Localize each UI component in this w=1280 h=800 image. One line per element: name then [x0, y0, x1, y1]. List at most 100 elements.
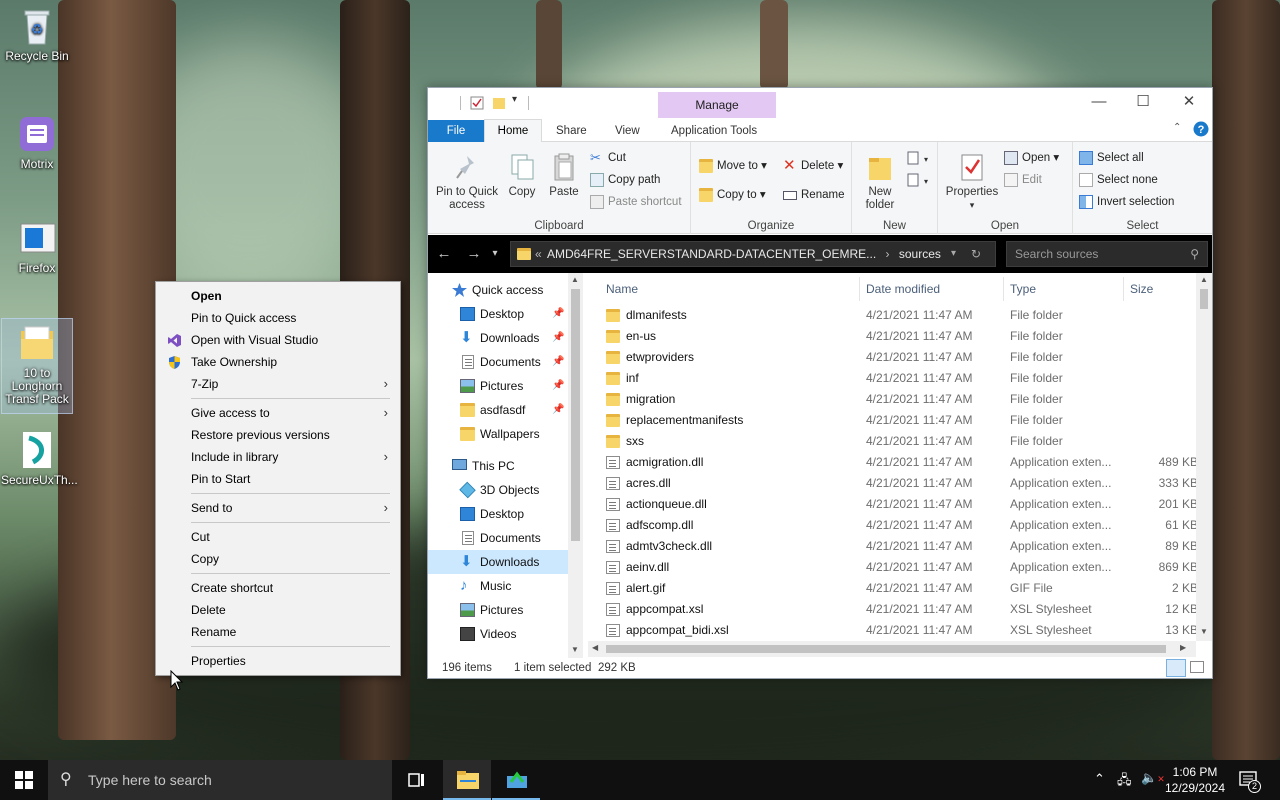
tab-share[interactable]: Share	[556, 122, 587, 142]
menu-item-include-library[interactable]: Include in library ›	[158, 446, 398, 468]
nav-quick-access[interactable]: Quick access	[428, 278, 568, 302]
search-input[interactable]: Search sources ⚲	[1006, 241, 1208, 267]
nav-asdfasdf[interactable]: asdfasdf 📌	[428, 398, 568, 422]
nav-pc-desktop[interactable]: Desktop	[428, 502, 568, 526]
nav-documents[interactable]: Documents 📌	[428, 350, 568, 374]
address-bar[interactable]: « AMD64FRE_SERVERSTANDARD-DATACENTER_OEM…	[510, 241, 996, 267]
maximize-button[interactable]: ☐	[1120, 88, 1166, 118]
nav-pc-downloads[interactable]: ⬇ Downloads	[428, 550, 568, 574]
notification-center-button[interactable]: 2	[1236, 770, 1262, 793]
quick-access-toolbar-dropdown-icon[interactable]: ▾	[512, 94, 517, 105]
network-icon[interactable]: 🖧	[1117, 771, 1132, 793]
column-header-date[interactable]: Date modified	[860, 277, 1004, 301]
easy-access-icon[interactable]: ▾	[906, 172, 930, 188]
horizontal-scrollbar[interactable]: ◀ ▶	[588, 641, 1196, 657]
content-scrollbar-thumb[interactable]	[1200, 289, 1208, 309]
table-row[interactable]: admtv3check.dll 4/21/2021 11:47 AM Applica…	[604, 536, 1198, 557]
forward-arrow-icon[interactable]: →	[462, 243, 486, 265]
start-button[interactable]	[0, 760, 48, 800]
paste-shortcut-button[interactable]: Paste shortcut	[588, 192, 682, 212]
copy-to-button[interactable]: Copy to ▾	[697, 185, 766, 205]
edit-button[interactable]: Edit	[1002, 170, 1042, 190]
open-button[interactable]: Open ▾	[1002, 148, 1059, 168]
nav-desktop[interactable]: Desktop 📌	[428, 302, 568, 326]
back-arrow-icon[interactable]: ←	[432, 243, 456, 265]
menu-item-properties[interactable]: Properties	[158, 650, 398, 672]
desktop-icon-firefox[interactable]: Firefox	[1, 218, 73, 275]
taskbar-search-box[interactable]: ⚲ Type here to search	[48, 760, 392, 800]
table-row[interactable]: acres.dll 4/21/2021 11:47 AM Application e…	[604, 473, 1198, 494]
tray-overflow-chevron-icon[interactable]: ⌃	[1094, 771, 1105, 787]
nav-pictures[interactable]: Pictures 📌	[428, 374, 568, 398]
table-row[interactable]: adfscomp.dll 4/21/2021 11:47 AM Applicatio…	[604, 515, 1198, 536]
nav-scrollbar-thumb[interactable]	[571, 289, 580, 541]
nav-music[interactable]: ♪ Music	[428, 574, 568, 598]
close-button[interactable]: ✕	[1166, 88, 1212, 118]
table-row[interactable]: appcompat.xsl 4/21/2021 11:47 AM XSL Style…	[604, 599, 1198, 620]
table-row[interactable]: sxs 4/21/2021 11:47 AM File folder	[604, 431, 1198, 452]
menu-item-pin-quick-access[interactable]: Pin to Quick access	[158, 307, 398, 329]
pin-quick-access-button[interactable]: Pin to Quick access	[434, 152, 500, 212]
menu-item-open[interactable]: Open	[158, 285, 398, 307]
menu-item-delete[interactable]: Delete	[158, 599, 398, 621]
taskbar-file-explorer[interactable]	[443, 760, 491, 800]
table-row[interactable]: alert.gif 4/21/2021 11:47 AM GIF File 2 KB	[604, 578, 1198, 599]
tab-application-tools[interactable]: Application Tools	[671, 122, 757, 142]
breadcrumb-current[interactable]: sources	[899, 247, 941, 261]
large-icons-view-button[interactable]	[1190, 661, 1204, 673]
menu-item-copy[interactable]: Copy	[158, 548, 398, 570]
table-row[interactable]: etwproviders 4/21/2021 11:47 AM File folde…	[604, 347, 1198, 368]
invert-selection-button[interactable]: Invert selection	[1077, 192, 1174, 212]
select-all-button[interactable]: Select all	[1077, 148, 1144, 168]
menu-item-create-shortcut[interactable]: Create shortcut	[158, 577, 398, 599]
desktop-icon-recycle-bin[interactable]: ♻ Recycle Bin	[1, 6, 73, 63]
menu-item-send-to[interactable]: Send to ›	[158, 497, 398, 519]
copy-button[interactable]: Copy	[504, 152, 540, 199]
properties-button[interactable]: Properties ▾	[942, 152, 1002, 212]
new-item-icon[interactable]: ▾	[906, 150, 930, 166]
breadcrumb-path[interactable]: AMD64FRE_SERVERSTANDARD-DATACENTER_OEMRE…	[547, 247, 876, 261]
column-header-size[interactable]: Size	[1124, 277, 1190, 301]
address-dropdown-icon[interactable]: ▾	[951, 242, 956, 266]
menu-item-take-ownership[interactable]: Take Ownership	[158, 351, 398, 373]
table-row[interactable]: replacementmanifests 4/21/2021 11:47 AM Fi…	[604, 410, 1198, 431]
move-to-button[interactable]: Move to ▾	[697, 156, 767, 176]
breadcrumb-separator[interactable]: ›	[886, 247, 890, 261]
desktop-icon-transf-pack[interactable]: 10 to Longhorn Transf Pack	[1, 318, 73, 414]
help-icon[interactable]: ?	[1193, 121, 1209, 137]
nav-pc-documents[interactable]: Documents	[428, 526, 568, 550]
taskbar-app[interactable]	[492, 760, 540, 800]
table-row[interactable]: dlmanifests 4/21/2021 11:47 AM File folder	[604, 305, 1198, 326]
menu-item-open-visual-studio[interactable]: Open with Visual Studio	[158, 329, 398, 351]
menu-item-restore-versions[interactable]: Restore previous versions	[158, 424, 398, 446]
menu-item-give-access[interactable]: Give access to ›	[158, 402, 398, 424]
paste-button[interactable]: Paste	[546, 152, 582, 199]
nav-wallpapers[interactable]: Wallpapers	[428, 422, 568, 446]
rename-button[interactable]: Rename	[781, 185, 844, 205]
select-none-button[interactable]: Select none	[1077, 170, 1158, 190]
nav-downloads[interactable]: ⬇ Downloads 📌	[428, 326, 568, 350]
properties-quick-icon[interactable]	[470, 96, 484, 110]
column-header-type[interactable]: Type	[1004, 277, 1124, 301]
table-row[interactable]: acmigration.dll 4/21/2021 11:47 AM Applica…	[604, 452, 1198, 473]
table-row[interactable]: inf 4/21/2021 11:47 AM File folder	[604, 368, 1198, 389]
desktop-icon-secureux[interactable]: SecureUxTh...	[1, 430, 78, 487]
manage-context-tab[interactable]: Manage	[658, 92, 776, 118]
nav-pc-pictures[interactable]: Pictures	[428, 598, 568, 622]
nav-this-pc[interactable]: This PC	[428, 454, 568, 478]
tab-view[interactable]: View	[615, 122, 640, 142]
table-row[interactable]: appcompat_bidi.xsl 4/21/2021 11:47 AM XSL …	[604, 620, 1198, 641]
overflow-chevron[interactable]: «	[535, 242, 542, 266]
details-view-button[interactable]	[1166, 659, 1186, 677]
menu-item-rename[interactable]: Rename	[158, 621, 398, 643]
table-row[interactable]: migration 4/21/2021 11:47 AM File folder	[604, 389, 1198, 410]
table-row[interactable]: actionqueue.dll 4/21/2021 11:47 AM Applica…	[604, 494, 1198, 515]
column-header-name[interactable]: Name	[600, 277, 860, 301]
desktop-icon-motrix[interactable]: Motrix	[1, 114, 73, 171]
recent-locations-chevron-icon[interactable]: ▾	[488, 243, 502, 265]
clock[interactable]: 1:06 PM 12/29/2024	[1164, 764, 1226, 796]
menu-item-7zip[interactable]: 7-Zip ›	[158, 373, 398, 395]
new-folder-button[interactable]: New folder	[858, 152, 902, 212]
menu-item-pin-start[interactable]: Pin to Start	[158, 468, 398, 490]
table-row[interactable]: en-us 4/21/2021 11:47 AM File folder	[604, 326, 1198, 347]
